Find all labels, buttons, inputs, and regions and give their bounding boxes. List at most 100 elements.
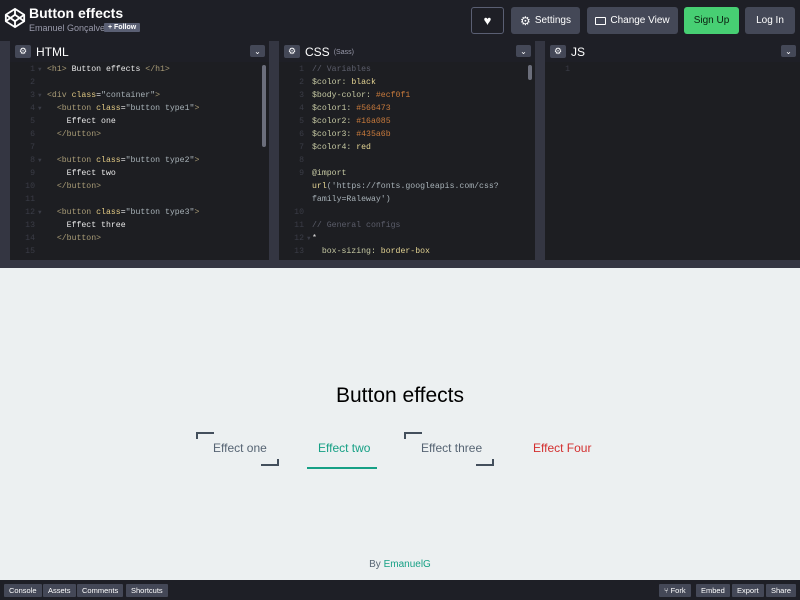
code-line[interactable]: 2 (10, 76, 269, 89)
assets-button[interactable]: Assets (43, 584, 76, 597)
line-number: 4 (30, 104, 35, 113)
code-line[interactable]: 1 (545, 63, 800, 76)
code-line[interactable]: 15 (10, 245, 269, 258)
html-panel-title: HTML (36, 44, 69, 59)
code-line[interactable]: 11 // General configs (279, 219, 535, 232)
effect-three-corner-bottom-right (476, 459, 494, 466)
by-label: By (369, 559, 381, 570)
css-code-editor[interactable]: 1 // Variables 2 $color: black 3 $body-color:… (279, 63, 535, 260)
code-line[interactable]: 10 </button> (10, 180, 269, 193)
codepen-logo-icon[interactable] (4, 7, 26, 29)
author-link[interactable]: EmanuelG (384, 559, 431, 570)
code-line[interactable]: 5 $color2: #16a085 (279, 115, 535, 128)
console-button[interactable]: Console (4, 584, 42, 597)
code-text: $color4: red (312, 143, 371, 152)
code-line[interactable]: 1 // Variables (279, 63, 535, 76)
sign-up-button[interactable]: Sign Up (684, 7, 739, 34)
fold-arrow-icon[interactable]: ▼ (38, 102, 42, 115)
css-collapse-chevron-down-icon[interactable]: ⌄ (516, 45, 531, 57)
effect-one-corner-bottom-right (261, 459, 279, 466)
code-text: @import (312, 169, 347, 178)
fork-button[interactable]: ⑂ Fork (659, 584, 691, 597)
change-view-button[interactable]: Change View (587, 7, 678, 34)
line-number: 9 (299, 169, 304, 178)
code-line[interactable]: 7 (10, 141, 269, 154)
code-line[interactable]: 7 $color4: red (279, 141, 535, 154)
code-line[interactable]: 5 Effect one (10, 115, 269, 128)
effect-two-button[interactable]: Effect two (318, 441, 370, 455)
css-settings-gear-icon[interactable]: ⚙ (284, 45, 300, 58)
code-line[interactable]: 12 ▼ <button class="button type3"> (10, 206, 269, 219)
code-line[interactable]: 3 ▼ <div class="container"> (10, 89, 269, 102)
js-panel-header: ⚙ JS ⌄ (545, 41, 800, 62)
line-number: 11 (294, 221, 304, 230)
comments-button[interactable]: Comments (77, 584, 124, 597)
code-text: <h1> Button effects </h1> (47, 65, 170, 74)
code-line[interactable]: 3 $body-color: #ecf0f1 (279, 89, 535, 102)
line-number: 5 (30, 117, 35, 126)
code-line[interactable]: 6 $color3: #435a6b (279, 128, 535, 141)
code-line[interactable]: 6 </button> (10, 128, 269, 141)
author-name[interactable]: Emanuel Gonçalves (29, 23, 110, 33)
css-scrollbar[interactable] (528, 65, 532, 80)
code-line[interactable]: 1 ▼ <h1> Button effects </h1> (10, 63, 269, 76)
effect-four-button[interactable]: Effect Four (533, 441, 591, 455)
js-code-editor[interactable]: 1 (545, 63, 800, 260)
line-number: 3 (299, 91, 304, 100)
line-number: 2 (30, 78, 35, 87)
code-line[interactable]: 8 ▼ <button class="button type2"> (10, 154, 269, 167)
html-settings-gear-icon[interactable]: ⚙ (15, 45, 31, 58)
js-collapse-chevron-down-icon[interactable]: ⌄ (781, 45, 796, 57)
fold-arrow-icon[interactable]: ▼ (38, 206, 42, 219)
log-in-button[interactable]: Log In (745, 7, 795, 34)
js-settings-gear-icon[interactable]: ⚙ (550, 45, 566, 58)
shortcuts-button[interactable]: Shortcuts (126, 584, 168, 597)
code-line[interactable]: 9 Effect two (10, 167, 269, 180)
code-line[interactable]: 11 (10, 193, 269, 206)
code-text: Effect three (47, 221, 126, 230)
code-line[interactable]: 4 ▼ <button class="button type1"> (10, 102, 269, 115)
code-line[interactable]: family=Raleway') (279, 193, 535, 206)
love-button[interactable]: ♥ (471, 7, 504, 34)
js-editor-panel: ⚙ JS ⌄ 1 (545, 41, 800, 260)
settings-button[interactable]: ⚙ Settings (511, 7, 580, 34)
code-line[interactable]: 4 $color1: #566473 (279, 102, 535, 115)
fold-arrow-icon[interactable]: ▼ (38, 63, 42, 76)
html-scrollbar[interactable] (262, 65, 266, 147)
effect-three-button[interactable]: Effect three (421, 441, 482, 455)
html-code-editor[interactable]: 1 ▼ <h1> Button effects </h1> 2 3 ▼ <div class… (10, 63, 269, 260)
follow-button[interactable]: + Follow (104, 23, 141, 32)
code-line[interactable]: 13 box-sizing: border-box (279, 245, 535, 258)
code-line[interactable]: 12 ▼ * (279, 232, 535, 245)
fold-arrow-icon[interactable]: ▼ (38, 89, 42, 102)
fold-arrow-icon[interactable]: ▼ (307, 232, 311, 245)
code-line[interactable]: 10 (279, 206, 535, 219)
embed-button[interactable]: Embed (696, 584, 730, 597)
code-line[interactable]: 2 $color: black (279, 76, 535, 89)
line-number: 3 (30, 91, 35, 100)
code-line[interactable]: 14 </button> (10, 232, 269, 245)
export-button[interactable]: Export (732, 584, 764, 597)
preview-heading: Button effects (335, 384, 465, 407)
css-panel-header: ⚙ CSS (Sass) ⌄ (279, 41, 535, 62)
html-collapse-chevron-down-icon[interactable]: ⌄ (250, 45, 265, 57)
code-line[interactable]: 8 (279, 154, 535, 167)
code-line[interactable]: 13 Effect three (10, 219, 269, 232)
code-text: $color2: #16a085 (312, 117, 391, 126)
code-text: </button> (56, 182, 102, 191)
code-line[interactable]: url('https://fonts.googleapis.com/css? (279, 180, 535, 193)
code-text: </button> (56, 130, 102, 139)
code-line[interactable]: 9 @import (279, 167, 535, 180)
line-number: 1 (30, 65, 35, 74)
code-text: </button> (56, 234, 102, 243)
code-text: // General configs (312, 221, 401, 230)
code-text: <button class="button type1"> (56, 104, 200, 113)
heart-icon: ♥ (483, 13, 492, 28)
fold-arrow-icon[interactable]: ▼ (38, 154, 42, 167)
code-text: $color1: #566473 (312, 104, 391, 113)
layout-icon (595, 16, 607, 25)
code-text: $color: black (312, 78, 376, 87)
share-button[interactable]: Share (766, 584, 797, 597)
line-number: 12 (294, 234, 304, 243)
effect-one-button[interactable]: Effect one (213, 441, 267, 455)
